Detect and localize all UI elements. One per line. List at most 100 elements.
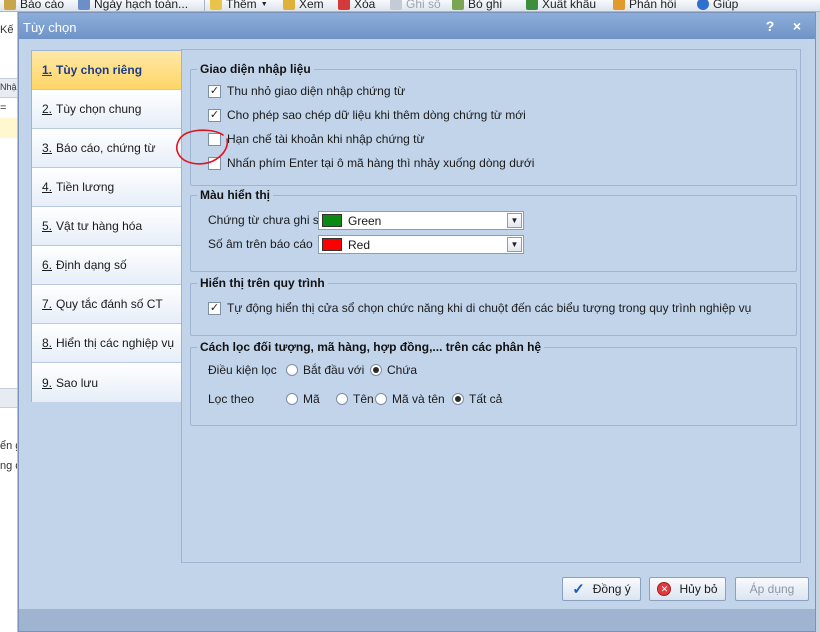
apply-label: Áp dụng: [749, 582, 795, 596]
radio-all[interactable]: Tất cả: [452, 392, 502, 406]
delete-toolbar-button[interactable]: Xóa: [338, 0, 375, 11]
app-toolbar: Báo cáo Ngày hạch toán... Thêm ▼ Xem Xóa…: [0, 0, 820, 12]
sidebar-item-number: 1.: [42, 63, 53, 77]
chevron-down-icon[interactable]: ▼: [507, 213, 522, 228]
negative-number-color-label: Số âm trên báo cáo: [208, 237, 313, 251]
radio-button[interactable]: [286, 364, 298, 376]
background-text: =: [0, 102, 7, 114]
sidebar-item-personal-options[interactable]: 1. Tùy chọn riêng: [32, 51, 183, 90]
feedback-label: Phản hồi: [629, 0, 677, 11]
sidebar-item-numbering-rules[interactable]: 7. Quy tắc đánh số CT: [32, 285, 183, 324]
sidebar-item-number: 6.: [42, 258, 53, 272]
radio-button[interactable]: [375, 393, 387, 405]
delete-icon: [338, 0, 350, 10]
help-icon: [697, 0, 709, 10]
sidebar-item-number: 9.: [42, 375, 53, 390]
sidebar-item-general-options[interactable]: 2. Tùy chọn chung: [32, 90, 183, 129]
chevron-down-icon[interactable]: ▼: [507, 237, 522, 252]
option-auto-show-function-window[interactable]: ✓ Tự động hiển thị cửa sổ chọn chức năng…: [208, 301, 751, 315]
background-text: Nhập: [0, 82, 17, 92]
unpost-icon: [452, 0, 464, 10]
radio-label: Tất cả: [469, 392, 503, 406]
report-toolbar-button[interactable]: Báo cáo: [4, 0, 65, 11]
view-label: Xem: [299, 0, 324, 11]
option-label: Nhấn phím Enter tại ô mã hàng thì nhảy x…: [227, 156, 535, 170]
add-dropdown-icon[interactable]: ▼: [261, 1, 268, 8]
display-color-group: Màu hiển thị: [190, 188, 797, 272]
options-dialog: Tùy chọn ? × 1. Tùy chọn riêng 2. Tùy ch…: [18, 12, 816, 632]
feedback-toolbar-button[interactable]: Phản hồi: [613, 0, 677, 11]
ok-label: Đồng ý: [592, 582, 631, 596]
option-restrict-accounts[interactable]: Hạn chế tài khoản khi nhập chứng từ: [208, 132, 425, 146]
radio-button[interactable]: [370, 364, 382, 376]
option-compact-voucher-ui[interactable]: ✓ Thu nhỏ giao diện nhập chứng từ: [208, 84, 405, 98]
sidebar-item-inventory[interactable]: 5. Vật tư hàng hóa: [32, 207, 183, 246]
add-icon: [210, 0, 222, 10]
export-toolbar-button[interactable]: Xuất khẩu: [526, 0, 597, 11]
unposted-voucher-color-label: Chứng từ chưa ghi sổ: [208, 213, 326, 227]
radio-button[interactable]: [286, 393, 298, 405]
calendar-icon: [78, 0, 90, 10]
filter-method-group: Cách lọc đối tượng, mã hàng, hợp đồng,..…: [190, 340, 797, 426]
sidebar-item-number: 4.: [42, 180, 53, 194]
apply-button[interactable]: Áp dụng: [735, 577, 809, 601]
compact-ui-checkbox[interactable]: ✓: [208, 84, 221, 98]
export-icon: [526, 0, 538, 10]
report-label: Báo cáo: [20, 0, 65, 11]
sidebar-item-number: 3.: [42, 141, 53, 155]
sidebar-item-backup[interactable]: 9. Sao lưu: [32, 363, 183, 402]
close-button[interactable]: ×: [788, 17, 806, 35]
background-right-edge: [816, 12, 820, 632]
dialog-bottom-bar: [19, 609, 815, 631]
check-icon: ✓: [572, 581, 585, 598]
sidebar-item-label: Hiển thị các nghiệp vụ: [56, 336, 175, 350]
radio-code-and-name[interactable]: Mã và tên: [375, 392, 445, 406]
cancel-label: Hủy bỏ: [679, 582, 718, 596]
copy-data-checkbox[interactable]: ✓: [208, 108, 221, 122]
export-label: Xuất khẩu: [542, 0, 597, 11]
radio-name[interactable]: Tên: [336, 392, 374, 406]
unposted-voucher-color-select[interactable]: Green ▼: [318, 211, 524, 230]
view-icon: [283, 0, 295, 10]
options-content-panel: Giao diện nhập liệu ✓ Thu nhỏ giao diện …: [181, 49, 801, 563]
toolbar-separator: [204, 0, 205, 11]
posting-date-label: Ngày hạch toán...: [94, 0, 189, 11]
sidebar-item-number: 2.: [42, 102, 53, 116]
background-text: Kế: [0, 24, 14, 36]
negative-number-color-select[interactable]: Red ▼: [318, 235, 524, 254]
sidebar-item-number-format[interactable]: 6. Định dạng số: [32, 246, 183, 285]
sidebar-item-payroll[interactable]: 4. Tiền lương: [32, 168, 183, 207]
posting-date-toolbar-button[interactable]: Ngày hạch toán...: [78, 0, 189, 11]
radio-button[interactable]: [336, 393, 348, 405]
radio-button[interactable]: [452, 393, 464, 405]
add-toolbar-button[interactable]: Thêm ▼: [210, 0, 268, 11]
help-toolbar-button[interactable]: Giúp: [697, 0, 738, 11]
help-button[interactable]: ?: [761, 17, 779, 35]
option-enter-next-row[interactable]: Nhấn phím Enter tại ô mã hàng thì nhảy x…: [208, 156, 534, 170]
view-toolbar-button[interactable]: Xem: [283, 0, 324, 11]
radio-code[interactable]: Mã: [286, 392, 320, 406]
auto-show-checkbox[interactable]: ✓: [208, 301, 221, 315]
color-value: Green: [348, 213, 382, 228]
sidebar-item-label: Vật tư hàng hóa: [56, 219, 143, 233]
radio-label: Mã: [303, 392, 320, 406]
radio-contains[interactable]: Chứa: [370, 363, 417, 377]
unpost-label: Bỏ ghi: [468, 0, 503, 11]
radio-starts-with[interactable]: Bắt đầu với: [286, 363, 364, 377]
radio-label: Chứa: [387, 363, 418, 377]
options-sidebar: 1. Tùy chọn riêng 2. Tùy chọn chung 3. B…: [31, 50, 184, 402]
post-toolbar-button[interactable]: Ghi sổ: [390, 0, 441, 11]
sidebar-item-label: Báo cáo, chứng từ: [56, 141, 156, 155]
color-value: Red: [348, 237, 371, 252]
feedback-icon: [613, 0, 625, 10]
sidebar-item-reports-vouchers[interactable]: 3. Báo cáo, chứng từ: [32, 129, 183, 168]
ok-button[interactable]: ✓ Đồng ý: [562, 577, 641, 601]
dialog-title: Tùy chọn: [23, 20, 77, 35]
report-icon: [4, 0, 16, 10]
cancel-button[interactable]: ✕ Hủy bỏ: [649, 577, 726, 601]
option-copy-data-new-row[interactable]: ✓ Cho phép sao chép dữ liệu khi thêm dòn…: [208, 108, 526, 122]
filter-method-legend: Cách lọc đối tượng, mã hàng, hợp đồng,..…: [200, 340, 542, 354]
sidebar-item-business-display[interactable]: 8. Hiển thị các nghiệp vụ: [32, 324, 183, 363]
unpost-toolbar-button[interactable]: Bỏ ghi: [452, 0, 503, 11]
background-text: ng d: [0, 460, 17, 472]
